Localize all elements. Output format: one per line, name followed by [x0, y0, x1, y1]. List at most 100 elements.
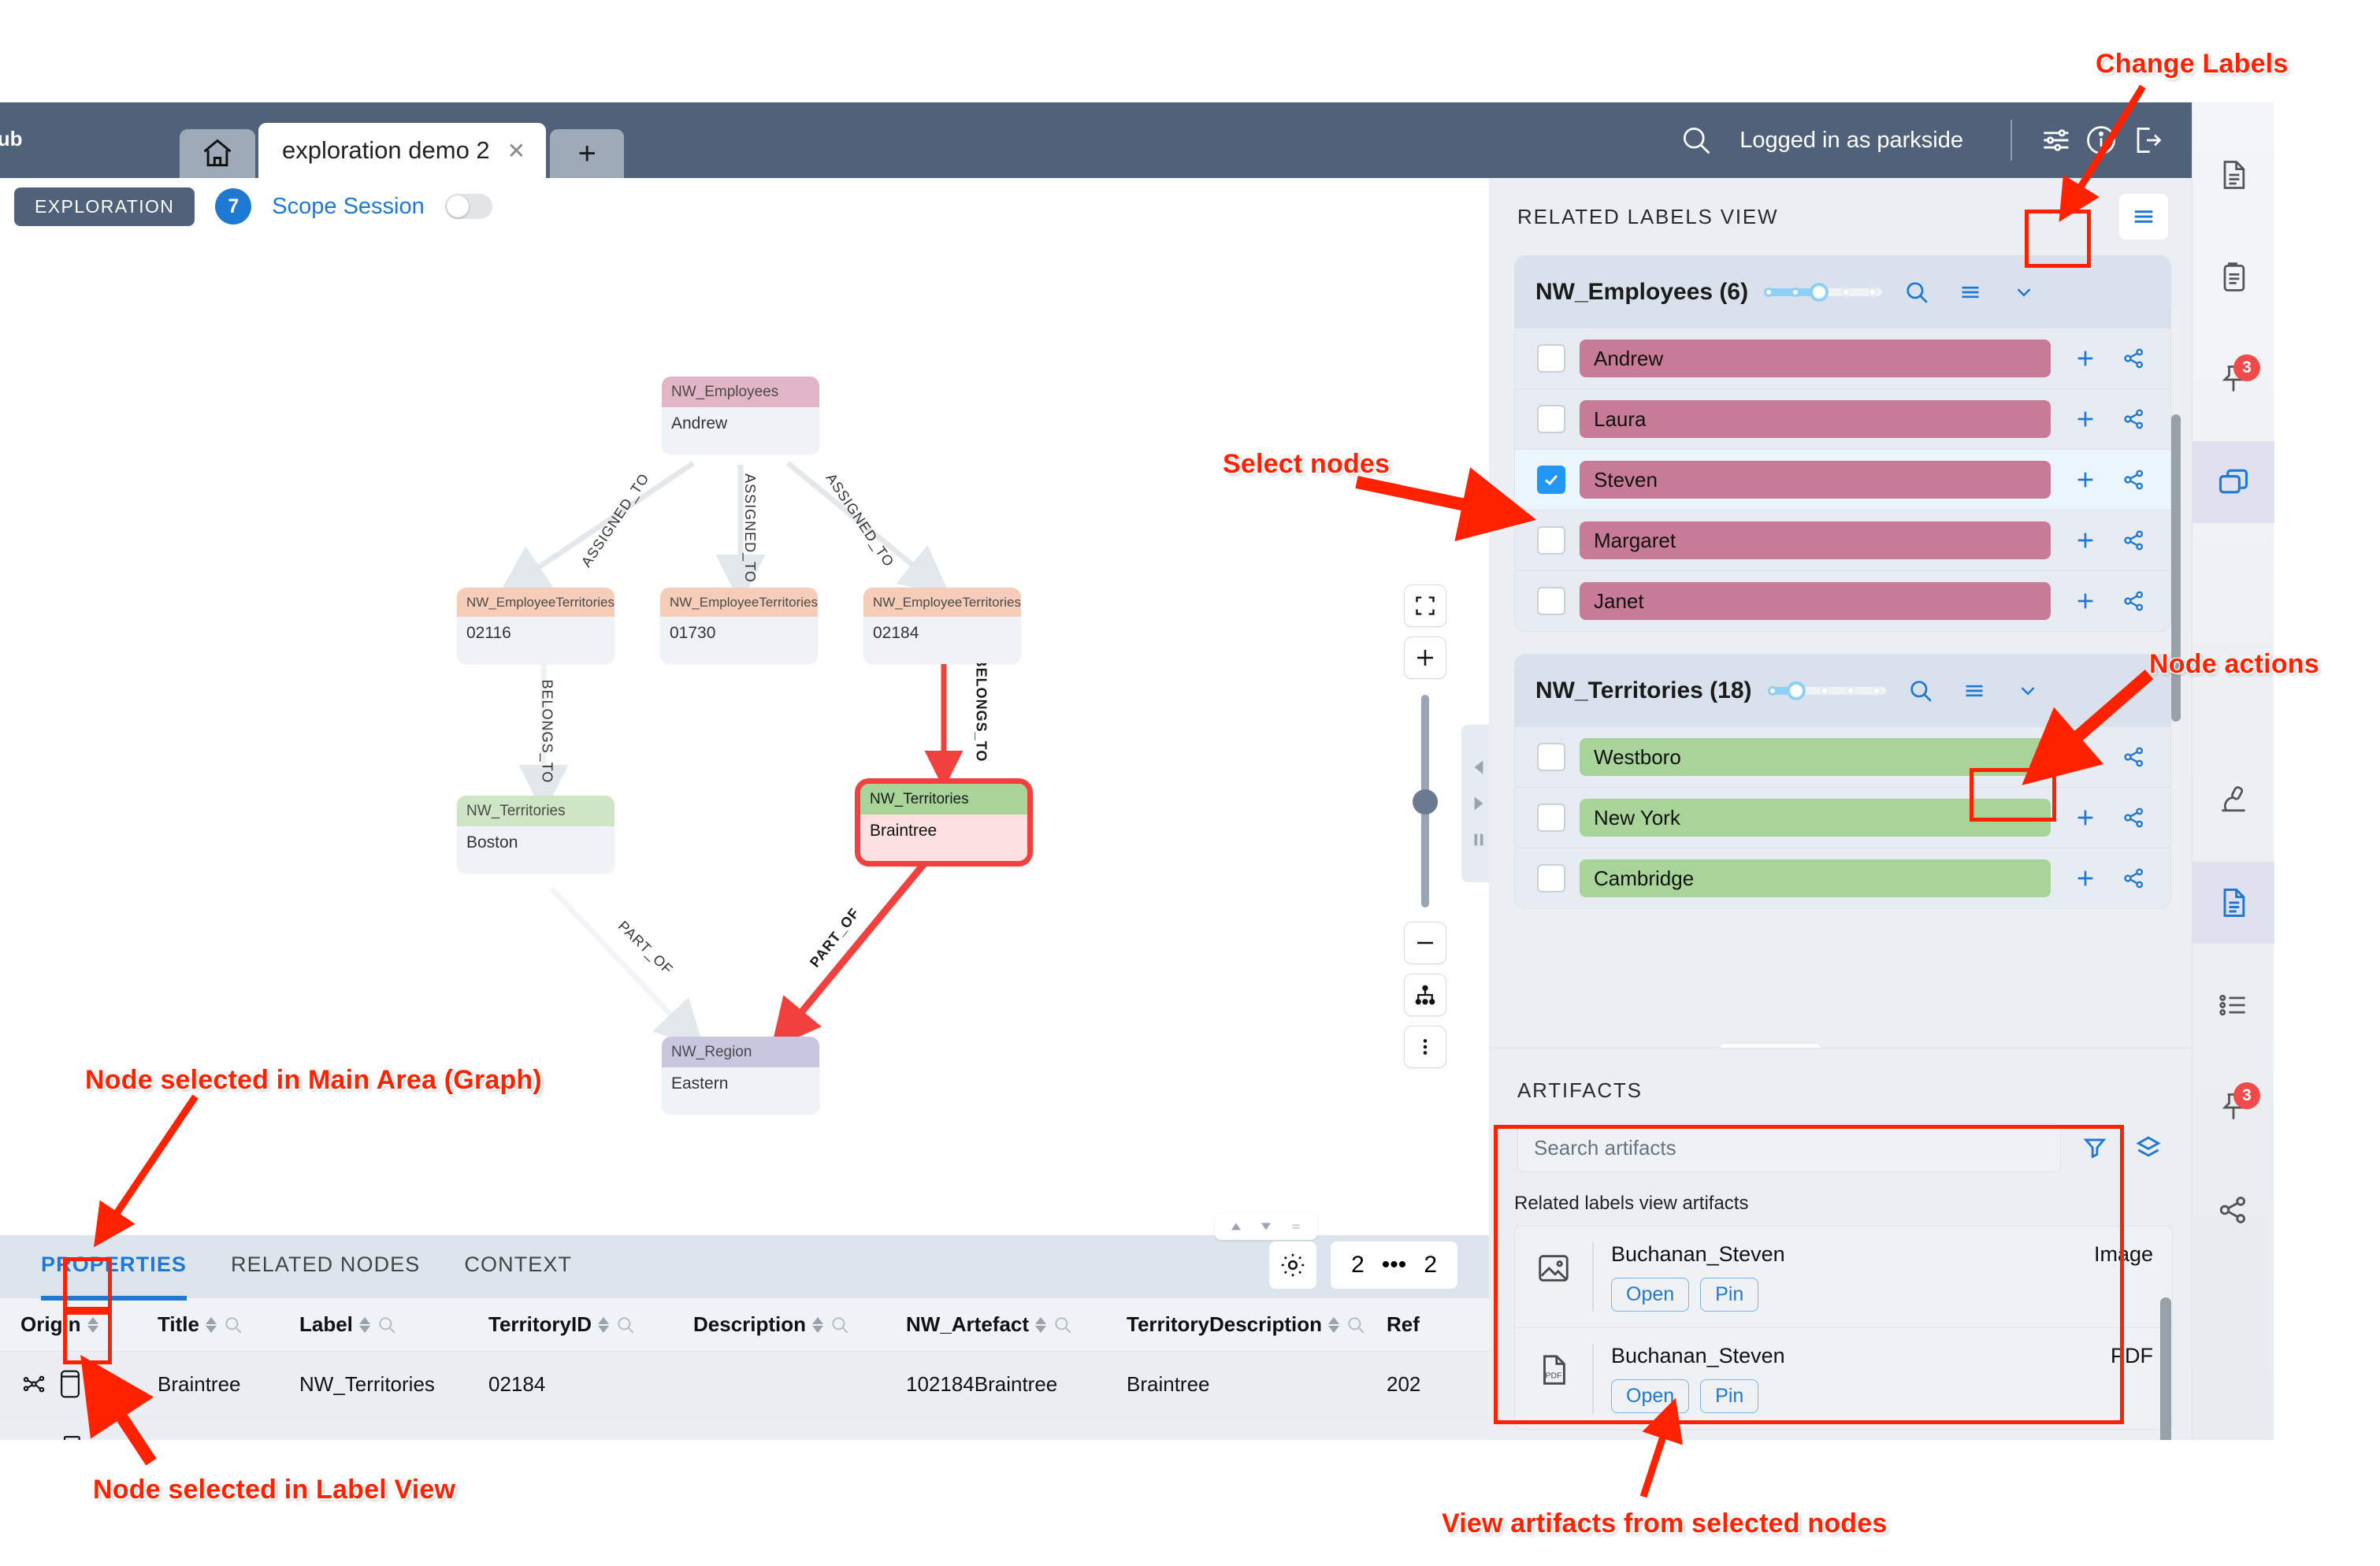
search-artifacts-input[interactable]: Search artifacts	[1517, 1123, 2061, 1172]
row-checkbox[interactable]	[1537, 344, 1565, 373]
scope-session-toggle[interactable]	[444, 194, 492, 219]
chevron-down-icon[interactable]	[1257, 1219, 1275, 1234]
sort-icon[interactable]	[205, 1316, 217, 1333]
hierarchy-icon[interactable]	[1404, 974, 1446, 1016]
list-icon[interactable]	[2192, 964, 2274, 1046]
node-pill[interactable]: Laura	[1580, 400, 2051, 438]
new-tab-button[interactable]: +	[550, 129, 625, 178]
search-icon[interactable]	[1898, 273, 1936, 311]
list-item[interactable]: Laura	[1515, 389, 2170, 450]
share-nodes-icon[interactable]	[2114, 581, 2155, 622]
chevron-up-icon[interactable]	[1227, 1219, 1245, 1234]
artifact-row[interactable]: Buchanan_Steven Open Pin Image	[1515, 1226, 2172, 1328]
filter-icon[interactable]	[2075, 1128, 2115, 1167]
col-title[interactable]: Title	[158, 1298, 299, 1352]
logout-icon[interactable]	[2124, 117, 2170, 163]
zoom-in-icon[interactable]	[1404, 636, 1446, 679]
table-row[interactable]: Steven NW_Employees Buchanan_Steven 202	[0, 1416, 1489, 1440]
open-button[interactable]: Open	[1611, 1379, 1690, 1413]
open-button[interactable]: Open	[1611, 1278, 1690, 1312]
col-label[interactable]: Label	[299, 1298, 488, 1352]
node-pill[interactable]: Margaret	[1580, 521, 2051, 559]
search-icon[interactable]	[1346, 1315, 1366, 1335]
share-nodes-icon[interactable]	[2114, 399, 2155, 440]
graph-node-boston[interactable]: NW_Territories Boston	[457, 796, 614, 873]
sort-icon[interactable]	[1035, 1316, 1047, 1333]
equals-icon[interactable]	[1287, 1221, 1305, 1232]
table-row[interactable]: Braintree NW_Territories 02184 102184Bra…	[0, 1351, 1489, 1417]
col-description[interactable]: Description	[693, 1298, 906, 1352]
graph-node-01730[interactable]: NW_EmployeeTerritories 01730	[660, 588, 818, 663]
list-item[interactable]: Andrew	[1515, 328, 2170, 389]
search-icon[interactable]	[615, 1315, 636, 1335]
pin-icon[interactable]: 3	[2192, 339, 2274, 421]
cell-origin[interactable]	[0, 1351, 158, 1417]
sort-icon[interactable]	[358, 1316, 370, 1333]
pin-button[interactable]: Pin	[1700, 1278, 1759, 1312]
plus-icon[interactable]	[2065, 338, 2106, 379]
clipboard-icon[interactable]	[2192, 236, 2274, 318]
share-nodes-icon[interactable]	[20, 1371, 47, 1397]
fit-screen-icon[interactable]	[1404, 584, 1446, 627]
depth-slider-employees[interactable]	[1764, 283, 1883, 302]
plus-icon[interactable]	[2065, 581, 2106, 622]
graph-node-02184[interactable]: NW_EmployeeTerritories 02184	[863, 588, 1021, 663]
col-territory-description[interactable]: TerritoryDescription	[1127, 1298, 1387, 1352]
search-icon[interactable]	[1673, 117, 1719, 163]
share-nodes-icon[interactable]	[20, 1436, 47, 1440]
search-icon[interactable]	[377, 1315, 397, 1335]
tab-context[interactable]: CONTEXT	[464, 1252, 572, 1282]
single-node-icon[interactable]	[58, 1369, 82, 1399]
node-pill[interactable]: Westboro	[1580, 738, 2051, 776]
table-resize-handle[interactable]	[1215, 1213, 1317, 1240]
copy-icon[interactable]	[2192, 441, 2274, 523]
col-ref[interactable]: Ref	[1387, 1298, 1489, 1352]
plus-icon[interactable]	[2065, 459, 2106, 500]
zoom-slider[interactable]	[1413, 695, 1438, 907]
artifacts-scrollbar-thumb[interactable]	[2160, 1297, 2171, 1440]
plus-icon[interactable]	[2065, 399, 2106, 440]
play-forward-icon[interactable]	[1468, 793, 1489, 814]
row-checkbox[interactable]	[1537, 466, 1565, 494]
microscope-icon[interactable]	[2192, 759, 2274, 841]
document-icon[interactable]	[2192, 134, 2274, 216]
info-icon[interactable]	[2078, 117, 2124, 163]
depth-slider-territories[interactable]	[1767, 681, 1886, 700]
list-item[interactable]: Cambridge	[1515, 848, 2170, 908]
zoom-out-icon[interactable]	[1404, 922, 1446, 964]
col-territory-id[interactable]: TerritoryID	[488, 1298, 693, 1352]
tab-properties[interactable]: PROPERTIES	[41, 1252, 188, 1301]
share-nodes-icon[interactable]	[2114, 459, 2155, 500]
plus-icon[interactable]	[2065, 797, 2106, 838]
artifact-row[interactable]: PDF Buchanan_Steven Open Pin PDF	[1515, 1328, 2172, 1429]
tab-exploration-demo-2[interactable]: exploration demo 2 ✕	[258, 123, 547, 178]
table-pager[interactable]: 2 ••• 2	[1331, 1241, 1457, 1289]
hamburger-icon[interactable]	[2119, 194, 2168, 239]
label-group-header[interactable]: NW_Territories (18)	[1515, 655, 2170, 727]
zoom-slider-handle[interactable]	[1413, 789, 1438, 815]
list-item[interactable]: Janet	[1515, 571, 2170, 631]
multi-node-icon[interactable]	[58, 1434, 84, 1440]
cell-origin[interactable]	[0, 1416, 158, 1440]
tab-related-nodes[interactable]: RELATED NODES	[231, 1252, 420, 1282]
sort-icon[interactable]	[1328, 1316, 1340, 1333]
plus-icon[interactable]	[2065, 858, 2106, 899]
graph-node-andrew[interactable]: NW_Employees Andrew	[662, 377, 819, 454]
search-icon[interactable]	[1902, 672, 1940, 710]
graph-node-eastern[interactable]: NW_Region Eastern	[662, 1037, 819, 1114]
share-nodes-icon[interactable]	[2114, 520, 2155, 561]
col-origin[interactable]: Origin	[0, 1298, 158, 1352]
pin-button[interactable]: Pin	[1700, 1379, 1759, 1413]
list-item[interactable]: Margaret	[1515, 510, 2170, 571]
share-nodes-icon[interactable]	[2192, 1169, 2274, 1251]
node-pill[interactable]: Janet	[1580, 582, 2051, 620]
sliders-icon[interactable]	[2033, 117, 2078, 163]
mode-chip[interactable]: EXPLORATION	[14, 187, 195, 226]
gear-icon[interactable]	[1269, 1241, 1317, 1289]
col-nw-artefact[interactable]: NW_Artefact	[906, 1298, 1127, 1352]
plus-icon[interactable]	[2065, 520, 2106, 561]
sort-icon[interactable]	[598, 1316, 609, 1333]
search-icon[interactable]	[1053, 1315, 1073, 1335]
row-checkbox[interactable]	[1537, 587, 1565, 615]
search-icon[interactable]	[830, 1315, 850, 1335]
